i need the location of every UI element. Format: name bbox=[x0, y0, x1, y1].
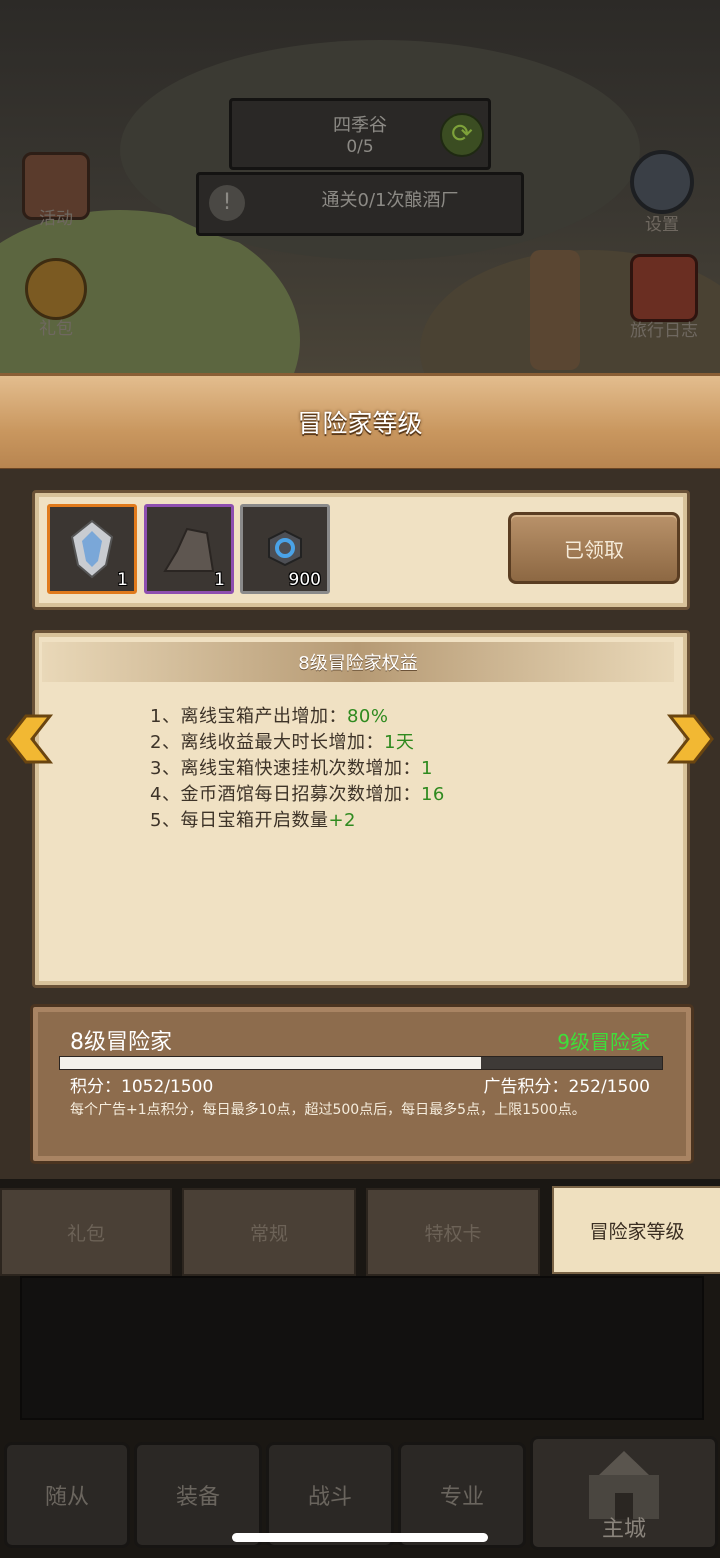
prev-level-arrow-icon[interactable] bbox=[4, 712, 56, 766]
alert-icon: ! bbox=[209, 185, 245, 221]
tab-privilege-card[interactable]: 特权卡 bbox=[366, 1188, 540, 1276]
gear-icon bbox=[630, 150, 694, 214]
reward-count: 1 bbox=[117, 570, 128, 590]
level-progress-fill bbox=[60, 1057, 482, 1069]
next-level-arrow-icon[interactable] bbox=[664, 712, 716, 766]
next-level-label: 9级冒险家 bbox=[557, 1030, 650, 1054]
reward-count: 900 bbox=[288, 570, 321, 590]
area-info-box: 四季谷 0/5 ⟳ bbox=[229, 98, 491, 170]
travel-log-button[interactable]: 旅行日志 bbox=[616, 254, 712, 341]
tab-adventurer-level[interactable]: 冒险家等级 bbox=[552, 1186, 720, 1274]
reward-slot-1[interactable]: 1 bbox=[47, 504, 137, 594]
benefits-title: 8级冒险家权益 bbox=[298, 653, 418, 674]
gift-label: 礼包 bbox=[39, 319, 73, 339]
reward-slot-3[interactable]: 900 bbox=[240, 504, 330, 594]
coin-bag-icon bbox=[25, 258, 87, 320]
gift-button[interactable]: 礼包 bbox=[14, 258, 98, 339]
level-progress-bar bbox=[59, 1056, 663, 1070]
points-note: 每个广告+1点积分，每日最多10点，超过500点后，每日最多5点，上限1500点… bbox=[70, 1102, 586, 1118]
current-level-label: 8级冒险家 bbox=[70, 1030, 172, 1055]
points-text: 积分：1052/1500 bbox=[70, 1077, 214, 1097]
claimed-button-label: 已领取 bbox=[564, 537, 624, 562]
benefits-card bbox=[32, 630, 690, 988]
page-title: 冒险家等级 bbox=[297, 409, 423, 438]
settings-label: 设置 bbox=[645, 215, 679, 235]
events-label: 活动 bbox=[39, 209, 73, 229]
benefit-item: 2、离线收益最大时长增加：1天 bbox=[150, 732, 415, 753]
settings-button[interactable]: 设置 bbox=[620, 150, 704, 235]
quest-text: 通关0/1次酿酒厂 bbox=[321, 190, 459, 211]
quest-box[interactable]: ! 通关0/1次酿酒厂 bbox=[196, 172, 524, 236]
home-indicator[interactable] bbox=[232, 1533, 488, 1542]
title-banner: 冒险家等级 bbox=[0, 373, 720, 472]
benefit-item: 5、每日宝箱开启数量+2 bbox=[150, 810, 356, 831]
refresh-icon[interactable]: ⟳ bbox=[440, 113, 484, 157]
travel-log-label: 旅行日志 bbox=[630, 321, 698, 341]
tab-regular[interactable]: 常规 bbox=[182, 1188, 356, 1276]
empty-area bbox=[20, 1276, 704, 1420]
nav-followers[interactable]: 随从 bbox=[4, 1442, 130, 1548]
benefit-item: 4、金币酒馆每日招募次数增加：16 bbox=[150, 784, 445, 805]
claimed-button[interactable]: 已领取 bbox=[508, 512, 680, 584]
reward-count: 1 bbox=[214, 570, 225, 590]
book-icon bbox=[630, 254, 698, 322]
ad-points-text: 广告积分：252/1500 bbox=[483, 1077, 650, 1097]
benefit-item: 3、离线宝箱快速挂机次数增加：1 bbox=[150, 758, 433, 779]
reward-slot-2[interactable]: 1 bbox=[144, 504, 234, 594]
events-button[interactable]: 活动 bbox=[14, 152, 98, 229]
benefits-header: 8级冒险家权益 bbox=[42, 642, 674, 682]
benefit-item: 1、离线宝箱产出增加：80% bbox=[150, 706, 389, 727]
tab-gift[interactable]: 礼包 bbox=[0, 1188, 172, 1276]
nav-main-city[interactable]: 主城 bbox=[530, 1436, 718, 1550]
